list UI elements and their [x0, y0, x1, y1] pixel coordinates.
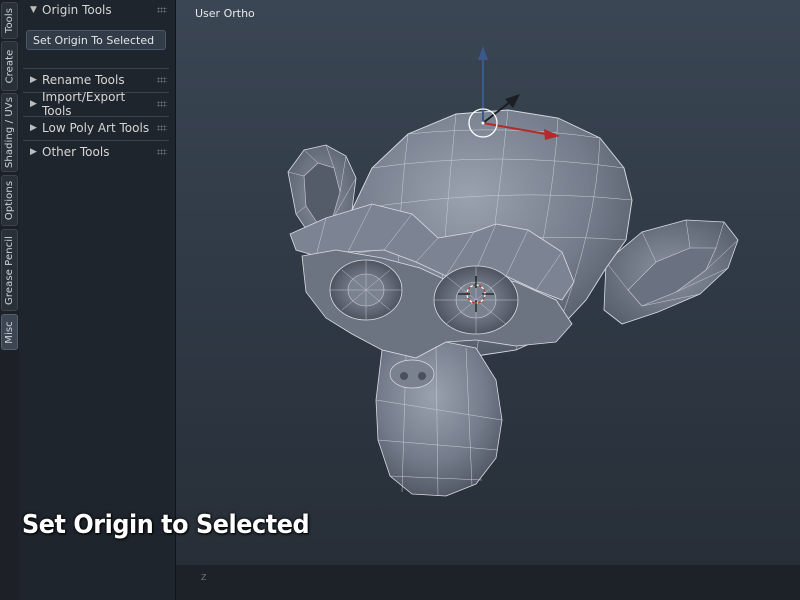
- tab-misc[interactable]: Misc: [1, 314, 18, 350]
- tab-shading-uvs-label: Shading / UVs: [4, 96, 15, 169]
- collapsed-triangle-icon: ▶: [30, 99, 37, 109]
- collapsed-triangle-icon: ▶: [30, 75, 37, 85]
- tab-tools-label: Tools: [4, 7, 16, 34]
- tab-strip: Tools Create Shading / UVs Options Greas…: [0, 0, 20, 600]
- origin-tools-label: Origin Tools: [42, 3, 112, 17]
- collapsed-triangle-icon: ▶: [30, 123, 37, 133]
- low-poly-art-tools-label: Low Poly Art Tools: [42, 121, 150, 135]
- tab-misc-label: Misc: [4, 320, 16, 344]
- axis-indicator-label: Z: [201, 573, 207, 582]
- set-origin-to-selected-button[interactable]: Set Origin To Selected: [26, 30, 166, 50]
- tab-grease-pencil[interactable]: Grease Pencil: [1, 229, 18, 311]
- tab-create-label: Create: [4, 49, 16, 83]
- divider: [23, 116, 169, 117]
- origin-tools-header[interactable]: ▼ Origin Tools: [23, 0, 169, 20]
- rename-tools-header[interactable]: ▶ Rename Tools: [23, 70, 169, 90]
- import-export-tools-label: Import/Export Tools: [42, 90, 126, 118]
- import-export-tools-header[interactable]: ▶ Import/Export Tools: [23, 90, 169, 118]
- tab-options-label: Options: [4, 180, 16, 221]
- low-poly-art-tools-header[interactable]: ▶ Low Poly Art Tools: [23, 118, 169, 138]
- divider: [23, 140, 169, 141]
- other-tools-header[interactable]: ▶ Other Tools: [23, 142, 169, 162]
- drag-grip-icon[interactable]: [157, 7, 167, 13]
- muzzle: [375, 341, 503, 497]
- viewport-bottom-strip: [176, 565, 800, 600]
- drag-grip-icon[interactable]: [157, 149, 167, 155]
- expanded-triangle-icon: ▼: [30, 5, 37, 15]
- drag-grip-icon[interactable]: [157, 125, 167, 131]
- tab-options[interactable]: Options: [1, 175, 18, 226]
- video-caption: Set Origin to Selected: [22, 510, 310, 540]
- collapsed-triangle-icon: ▶: [30, 147, 37, 157]
- divider: [23, 68, 169, 69]
- drag-grip-icon[interactable]: [157, 101, 167, 107]
- tab-create[interactable]: Create: [1, 41, 18, 91]
- tab-grease-pencil-label: Grease Pencil: [4, 235, 16, 305]
- drag-grip-icon[interactable]: [157, 77, 167, 83]
- rename-tools-label: Rename Tools: [42, 73, 125, 87]
- other-tools-label: Other Tools: [42, 145, 110, 159]
- tab-shading-uvs[interactable]: Shading / UVs: [1, 93, 18, 172]
- tab-tools[interactable]: Tools: [1, 2, 18, 39]
